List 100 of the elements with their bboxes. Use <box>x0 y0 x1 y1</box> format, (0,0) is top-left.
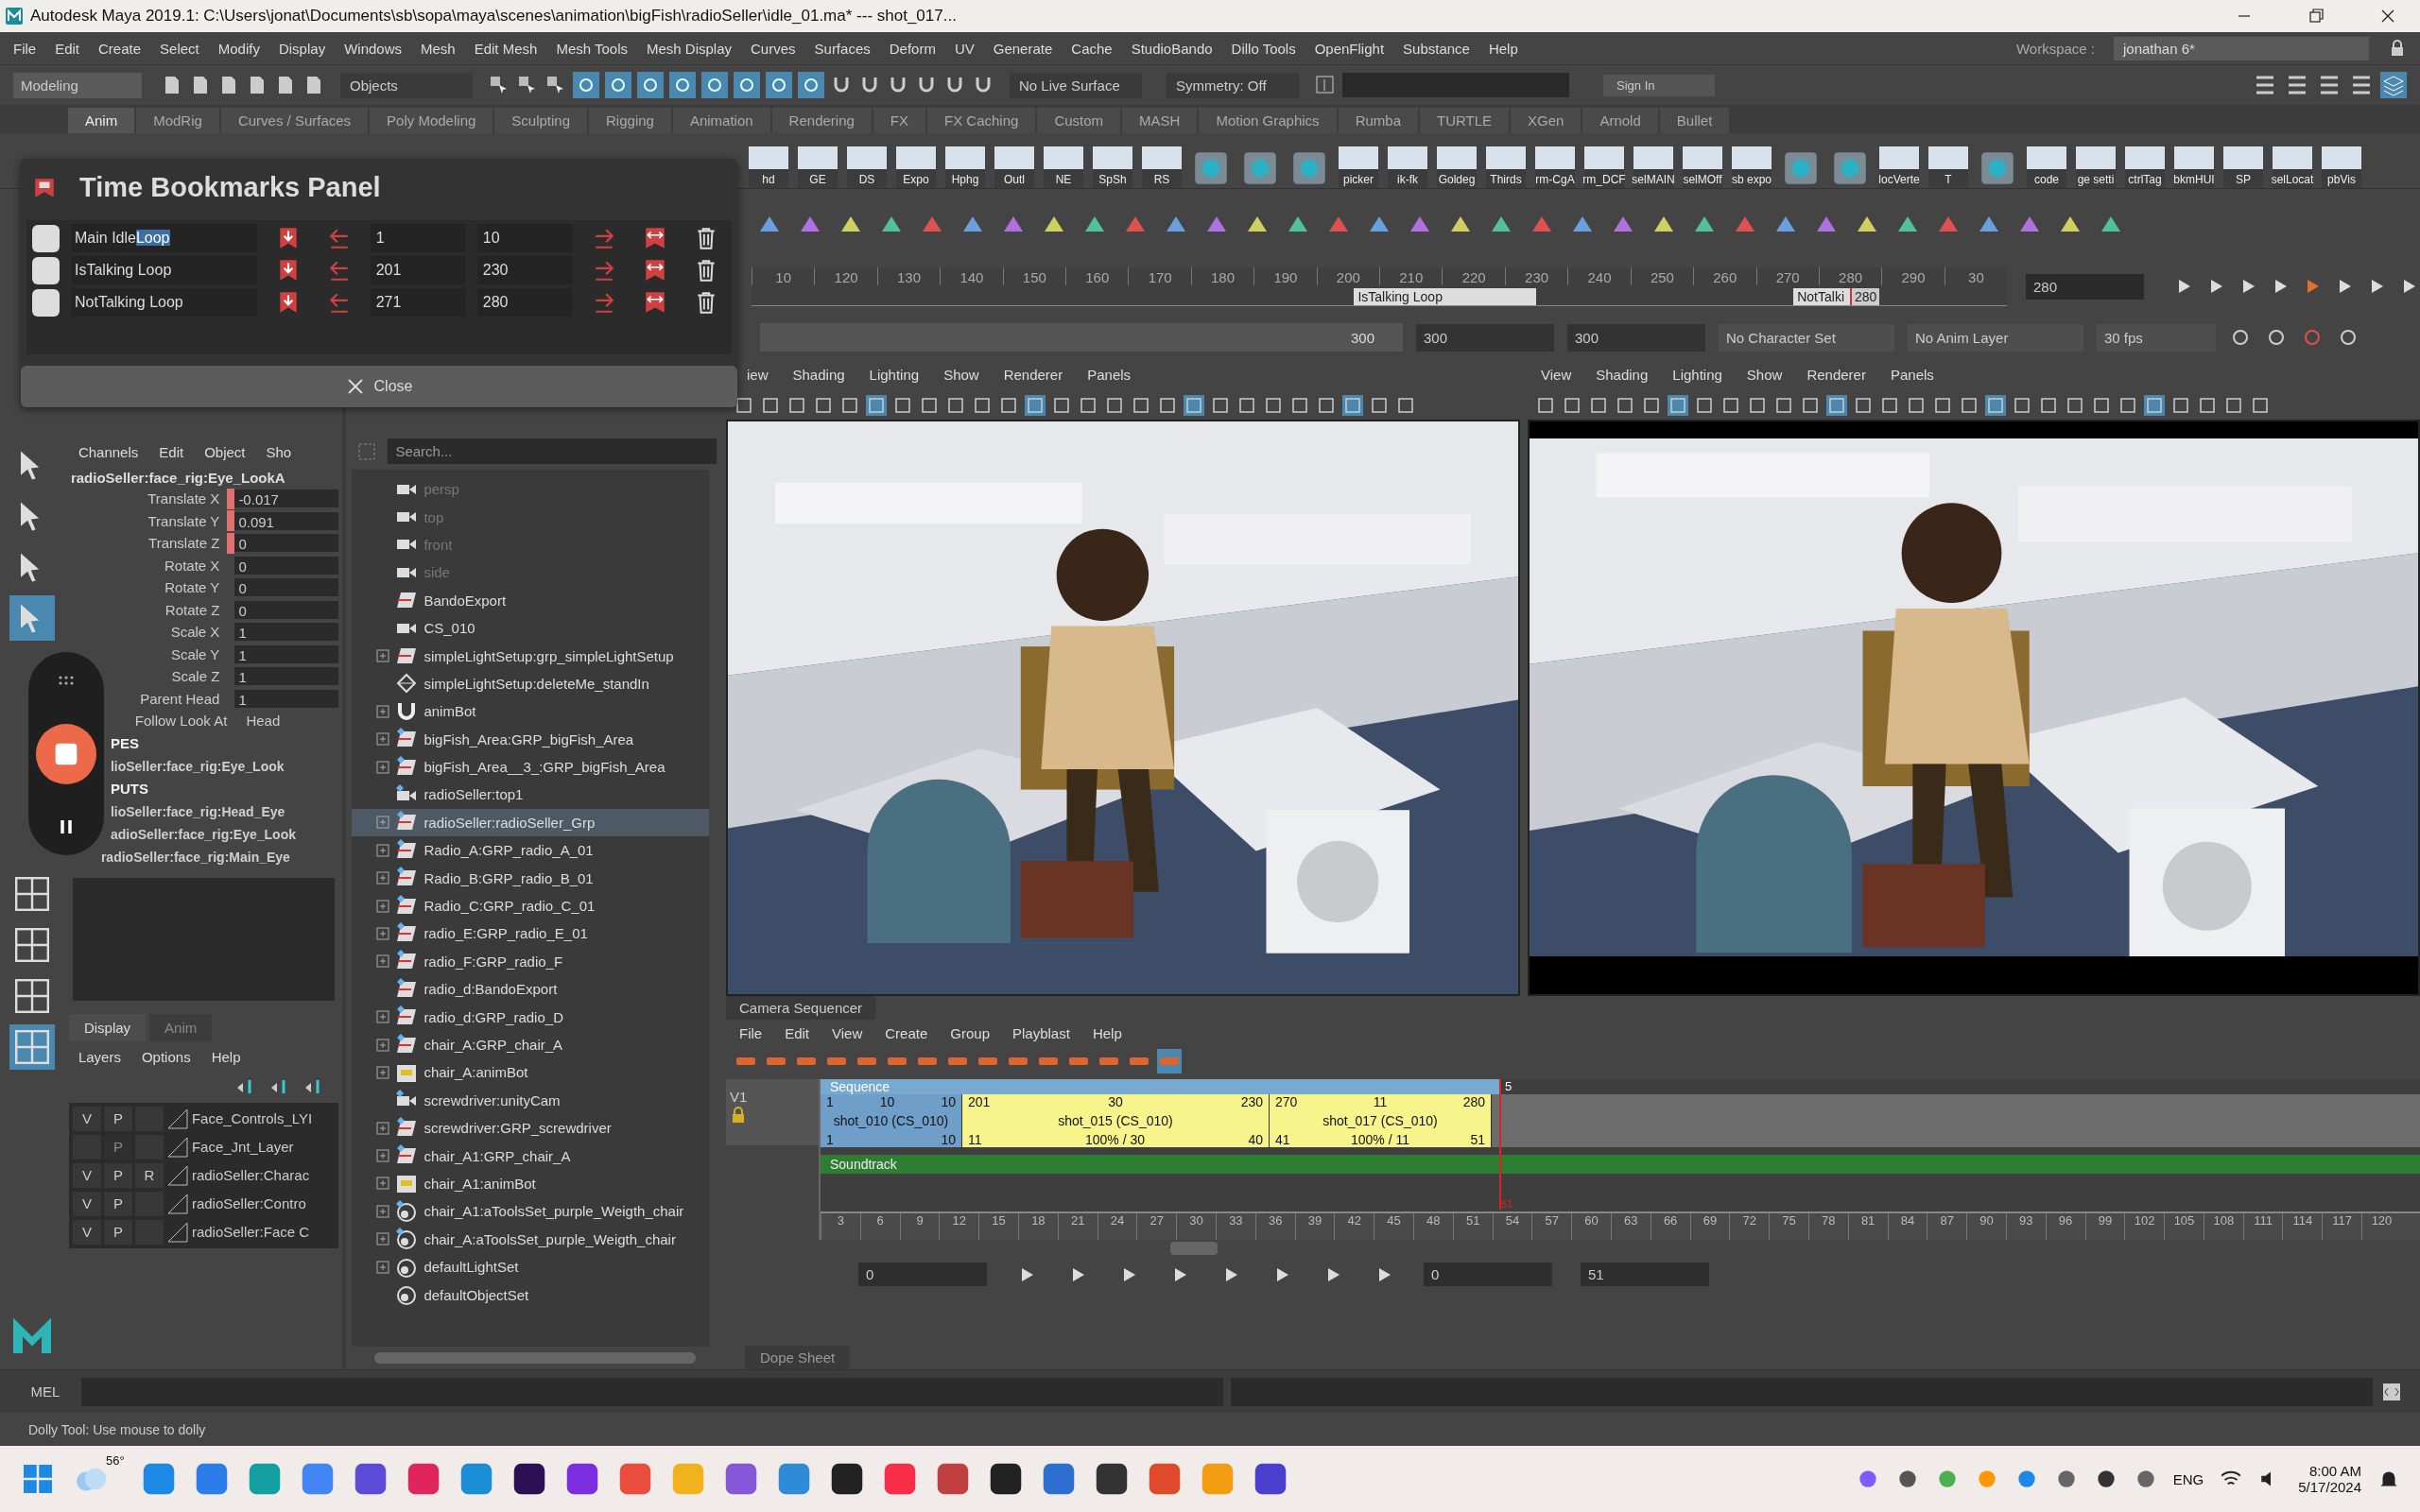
viewport-tool-icon[interactable] <box>1263 395 1284 416</box>
menu-item[interactable]: File <box>739 1025 763 1041</box>
end-frame-field[interactable]: 280 <box>476 288 573 317</box>
outliner-item[interactable]: bigFish_Area__3_:GRP_bigFish_Area <box>352 752 709 782</box>
attribute-field[interactable]: 0 <box>234 578 339 597</box>
expand-icon[interactable] <box>376 732 390 747</box>
current-frame-field[interactable]: 280 <box>2026 273 2144 300</box>
layer-tab[interactable]: Display <box>68 1013 147 1041</box>
shelf-tab[interactable]: FX Caching <box>927 108 1036 133</box>
bookmark-name-field[interactable]: NotTalking Loop <box>71 288 257 317</box>
tool-icon[interactable] <box>9 595 56 641</box>
outliner-item[interactable]: radio_d:BandoExport <box>352 975 709 1004</box>
outliner-item[interactable]: Radio_B:GRP_radio_B_01 <box>352 864 709 892</box>
shelf-tab[interactable]: Poly Modeling <box>370 108 493 133</box>
viewport-tool-icon[interactable] <box>1210 395 1231 416</box>
viewport-tool-icon[interactable] <box>1369 395 1390 416</box>
shelf-tab[interactable]: FX <box>873 108 925 133</box>
visibility-toggle[interactable]: V <box>72 1106 101 1131</box>
search-field[interactable]: Search... <box>388 438 717 464</box>
shelf-button[interactable]: SP <box>2223 146 2263 188</box>
time-bookmark[interactable]: IsTalking Loop <box>1354 287 1536 305</box>
shelf-button[interactable]: selMOff <box>1683 146 1722 188</box>
expand-icon[interactable] <box>376 871 390 885</box>
shelf-button[interactable]: code <box>2027 146 2066 188</box>
start-frame-field[interactable]: 201 <box>370 256 466 284</box>
viewport-tool-icon[interactable] <box>1906 395 1927 416</box>
menu-item[interactable]: Panels <box>1890 367 1934 386</box>
viewport-tool-icon[interactable] <box>2223 395 2244 416</box>
menu-item[interactable]: Curves <box>751 40 796 57</box>
attribute-label[interactable]: Scale Y <box>170 645 228 662</box>
outliner-item[interactable]: simpleLightSetup:deleteMe_standIn <box>352 669 709 698</box>
expand-icon[interactable] <box>376 899 390 913</box>
menu-item[interactable]: Display <box>278 40 326 57</box>
current-frame-field[interactable]: 0 <box>1424 1263 1552 1286</box>
menu-item[interactable]: Mesh Display <box>647 40 732 57</box>
viewport-tool-icon[interactable] <box>998 395 1019 416</box>
playback-toggle[interactable]: P <box>103 1219 132 1245</box>
attribute-label[interactable]: Rotate Z <box>164 601 228 618</box>
shelf-button[interactable]: ik-fk <box>1388 146 1427 188</box>
menu-item[interactable]: Lighting <box>869 367 920 386</box>
outliner-item[interactable]: chair_A:animBot <box>352 1058 709 1087</box>
viewport-tool-icon[interactable] <box>1131 395 1151 416</box>
menu-item[interactable]: Surfaces <box>814 40 871 57</box>
soundtrack-bar[interactable]: Soundtrack <box>821 1155 2420 1174</box>
menu-item[interactable]: Help <box>1092 1025 1122 1041</box>
layer-name[interactable]: Face_Controls_LYI <box>191 1110 313 1126</box>
shelf-tab[interactable]: Animation <box>672 108 770 133</box>
color-swatch[interactable] <box>32 224 60 252</box>
shelf-tab[interactable]: XGen <box>1511 108 1582 133</box>
visibility-toggle[interactable]: V <box>72 1191 101 1216</box>
expand-icon[interactable] <box>376 760 390 774</box>
expand-icon[interactable] <box>376 704 390 718</box>
viewport-tool-icon[interactable] <box>1104 395 1125 416</box>
expand-icon[interactable] <box>376 816 390 830</box>
scrollbar-thumb[interactable] <box>374 1352 697 1364</box>
viewport-tool-icon[interactable] <box>1800 395 1821 416</box>
visibility-toggle[interactable]: V <box>72 1162 101 1188</box>
viewport-tool-icon[interactable] <box>945 395 966 416</box>
menu-item[interactable]: Lighting <box>1672 367 1722 386</box>
shelf-button[interactable]: pbVis <box>2322 146 2361 188</box>
playhead[interactable]: 280 <box>1850 287 1880 305</box>
viewport-tool-icon[interactable] <box>1879 395 1900 416</box>
time-ruler[interactable]: 10 120 130 140 150 160 170 180 190 200 210 220 230 240 250 260 270 280 290 30 IsTalking Loop NotTalki 280 <box>752 266 2007 306</box>
shelf-tab[interactable]: Sculpting <box>494 108 588 133</box>
anim-layer-dropdown[interactable]: No Anim Layer <box>1908 323 2083 352</box>
menu-item[interactable]: Edit Mesh <box>474 40 538 57</box>
animation-end-field[interactable]: 300 <box>1567 323 1705 352</box>
shelf-tab[interactable]: MASH <box>1122 108 1198 133</box>
shelf-button[interactable]: selLocat <box>2273 146 2312 188</box>
menu-item[interactable]: Mesh <box>421 40 456 57</box>
shelf-button[interactable]: Goldeg <box>1437 146 1477 188</box>
outliner-item[interactable]: CS_010 <box>352 613 709 643</box>
expand-icon[interactable] <box>376 1121 390 1135</box>
shot-clip[interactable]: 201 30 230 shot_015 (CS_010) 11 100% / 30 40 <box>962 1094 1270 1147</box>
attribute-label[interactable]: Rotate X <box>164 557 228 574</box>
menu-item[interactable]: Dillo Tools <box>1231 40 1296 57</box>
layer-name[interactable]: radioSeller:Charac <box>191 1167 310 1183</box>
menu-item[interactable]: StudioBando <box>1131 40 1213 57</box>
attribute-label[interactable]: Translate Z <box>148 535 228 552</box>
expand-icon[interactable] <box>376 954 390 969</box>
attribute-label[interactable]: Scale X <box>170 624 228 641</box>
shelf-button[interactable]: NE <box>1044 146 1083 188</box>
outliner-item[interactable]: radioSeller:radioSeller_Grp <box>352 808 709 837</box>
shot-clip[interactable]: 1 10 10 shot_010 (CS_010) 1 10 <box>821 1094 962 1147</box>
menu-item[interactable]: Create <box>885 1025 928 1041</box>
outliner-item[interactable]: radio_F:GRP_radio_F <box>352 947 709 976</box>
layer-color-icon[interactable] <box>165 1135 189 1159</box>
viewport-tool-icon[interactable] <box>1588 395 1609 416</box>
viewport-tool-icon[interactable] <box>1615 395 1635 416</box>
layer-color-icon[interactable] <box>165 1107 189 1130</box>
viewport-tool-icon[interactable] <box>892 395 913 416</box>
outliner-item[interactable]: defaultLightSet <box>352 1252 709 1281</box>
color-swatch[interactable] <box>32 288 60 317</box>
outliner-item[interactable]: BandoExport <box>352 586 709 614</box>
menu-item[interactable]: Object <box>204 444 246 460</box>
menu-item[interactable]: Help <box>1488 40 1518 57</box>
start-frame-field[interactable]: 1 <box>370 224 466 252</box>
menu-item[interactable]: Generate <box>993 40 1053 57</box>
viewport-tool-icon[interactable] <box>1157 395 1178 416</box>
outliner-item[interactable]: chair_A:aToolsSet_purple_Weigth_chair <box>352 1225 709 1253</box>
